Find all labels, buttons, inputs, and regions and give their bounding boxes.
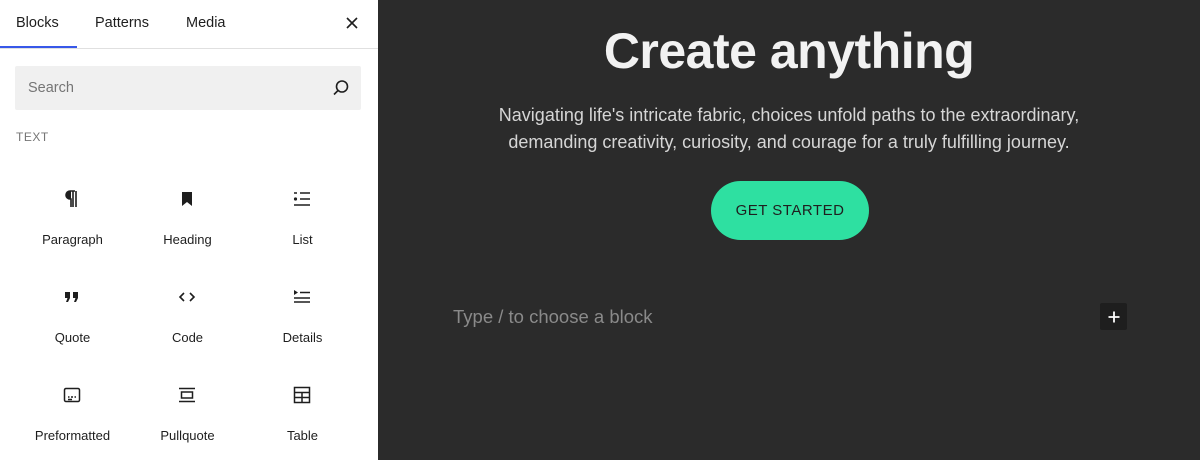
block-pullquote[interactable]: Pullquote (130, 368, 245, 458)
tab-blocks[interactable]: Blocks (16, 0, 59, 48)
block-quote[interactable]: Quote (15, 270, 130, 360)
close-button[interactable] (340, 11, 364, 35)
block-preformatted[interactable]: Preformatted (15, 368, 130, 458)
block-table[interactable]: Table (245, 368, 360, 458)
block-label: Paragraph (42, 232, 103, 247)
hero-paragraph-line: demanding creativity, curiosity, and cou… (508, 132, 1070, 152)
block-label: Quote (54, 330, 91, 345)
block-inserter-sidebar: Blocks Patterns Media TEXT Paragraph Hea… (0, 0, 378, 460)
search-box (15, 66, 361, 110)
close-icon (346, 17, 358, 29)
block-appender-placeholder[interactable]: Type / to choose a block (453, 306, 653, 328)
active-tab-indicator (0, 46, 77, 48)
block-label: Table (286, 428, 319, 443)
block-label: Preformatted (34, 428, 111, 443)
code-icon (178, 292, 196, 302)
table-icon (293, 386, 311, 404)
hero-heading[interactable]: Create anything (378, 22, 1200, 80)
block-label: Details (282, 330, 323, 345)
hero-paragraph[interactable]: Navigating life's intricate fabric, choi… (458, 102, 1120, 156)
block-label: List (292, 232, 313, 247)
section-label-text: TEXT (16, 130, 49, 144)
preformatted-icon (63, 387, 81, 403)
hero-paragraph-line: Navigating life's intricate fabric, choi… (498, 105, 1080, 125)
block-details[interactable]: Details (245, 270, 360, 360)
inserter-tabs: Blocks Patterns Media (0, 0, 378, 49)
block-list[interactable]: List (245, 172, 360, 262)
pullquote-icon (179, 387, 195, 403)
tab-media[interactable]: Media (186, 0, 226, 48)
block-label: Pullquote (160, 428, 215, 443)
block-code[interactable]: Code (130, 270, 245, 360)
search-input[interactable] (15, 66, 325, 110)
get-started-button[interactable]: GET STARTED (711, 181, 869, 240)
block-label: Heading (163, 232, 212, 247)
plus-icon (1108, 311, 1119, 322)
list-icon (293, 192, 310, 206)
block-paragraph[interactable]: Paragraph (15, 172, 130, 262)
quote-icon (65, 292, 78, 302)
block-heading[interactable]: Heading (130, 172, 245, 262)
add-block-button[interactable] (1100, 303, 1127, 330)
editor-canvas[interactable]: Create anything Navigating life's intric… (378, 0, 1200, 460)
tab-patterns[interactable]: Patterns (95, 0, 149, 48)
search-icon[interactable] (329, 76, 353, 100)
paragraph-icon (65, 190, 77, 207)
details-icon (294, 290, 310, 303)
block-label: Code (171, 330, 204, 345)
heading-icon (182, 192, 192, 206)
